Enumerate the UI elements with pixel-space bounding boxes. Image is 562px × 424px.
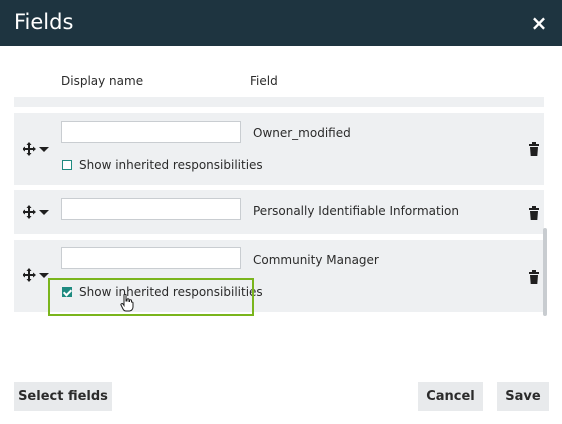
- checkbox-label: Show inherited responsibilities: [79, 158, 263, 172]
- field-row: Owner_modified Show inherited responsibi…: [14, 113, 544, 185]
- trash-icon[interactable]: [528, 206, 540, 220]
- close-icon[interactable]: ×: [530, 13, 548, 33]
- column-header-display-name: Display name: [61, 74, 144, 88]
- drag-handle-icon[interactable]: [23, 268, 51, 282]
- display-name-input[interactable]: [61, 121, 241, 143]
- list-top-divider: [14, 97, 544, 107]
- cancel-button[interactable]: Cancel: [418, 382, 483, 411]
- trash-icon[interactable]: [528, 270, 540, 284]
- show-inherited-checkbox[interactable]: [62, 160, 72, 170]
- drag-handle-icon[interactable]: [23, 205, 51, 219]
- trash-icon[interactable]: [528, 142, 540, 156]
- highlight-box: [48, 278, 254, 316]
- select-fields-button[interactable]: Select fields: [14, 382, 112, 411]
- save-button[interactable]: Save: [497, 382, 549, 411]
- dialog-header: Fields ×: [0, 0, 562, 46]
- column-header-field: Field: [250, 74, 278, 88]
- hand-pointer-icon: [120, 294, 134, 312]
- field-name: Personally Identifiable Information: [253, 204, 459, 218]
- show-inherited-checkbox-row[interactable]: Show inherited responsibilities: [62, 157, 263, 173]
- field-row: Personally Identifiable Information: [14, 190, 544, 234]
- scrollbar[interactable]: [543, 228, 547, 316]
- display-name-input[interactable]: [61, 198, 241, 220]
- display-name-input[interactable]: [61, 247, 241, 269]
- dialog-title: Fields: [14, 10, 74, 34]
- drag-handle-icon[interactable]: [23, 142, 51, 156]
- field-name: Community Manager: [253, 253, 379, 267]
- field-name: Owner_modified: [253, 126, 351, 140]
